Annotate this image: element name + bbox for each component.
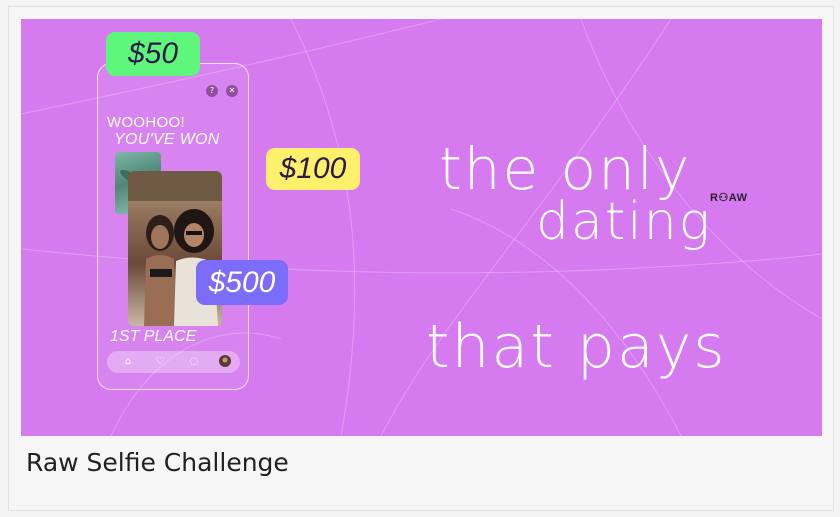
prize-100-badge: $100 <box>266 148 360 190</box>
raw-logo: R⚇AW <box>710 192 748 204</box>
prize-500-badge: $500 <box>196 260 288 305</box>
chat-icon[interactable]: ◌ <box>187 355 201 369</box>
close-icon[interactable]: ✕ <box>226 85 238 97</box>
headline-line-2: dating <box>536 192 712 252</box>
headline-line-3: that pays <box>426 312 727 382</box>
avatar-icon[interactable] <box>218 355 232 369</box>
post-title[interactable]: Raw Selfie Challenge <box>26 448 289 477</box>
woohoo-text: WOOHOO! <box>107 114 185 131</box>
phone-mockup: ? ✕ WOOHOO! YOU'VE WON 1ST PLACE ⌂ ♡ ◌ <box>97 63 249 390</box>
youve-won-text: YOU'VE WON <box>114 131 220 148</box>
prize-50-badge: $50 <box>106 32 200 76</box>
home-icon[interactable]: ⌂ <box>121 355 135 369</box>
promo-banner[interactable]: ? ✕ WOOHOO! YOU'VE WON 1ST PLACE ⌂ ♡ ◌ $… <box>21 19 822 436</box>
phone-nav-bar: ⌂ ♡ ◌ <box>107 351 240 373</box>
help-icon[interactable]: ? <box>206 85 218 97</box>
heart-icon[interactable]: ♡ <box>153 355 167 369</box>
first-place-text: 1ST PLACE <box>110 328 197 345</box>
